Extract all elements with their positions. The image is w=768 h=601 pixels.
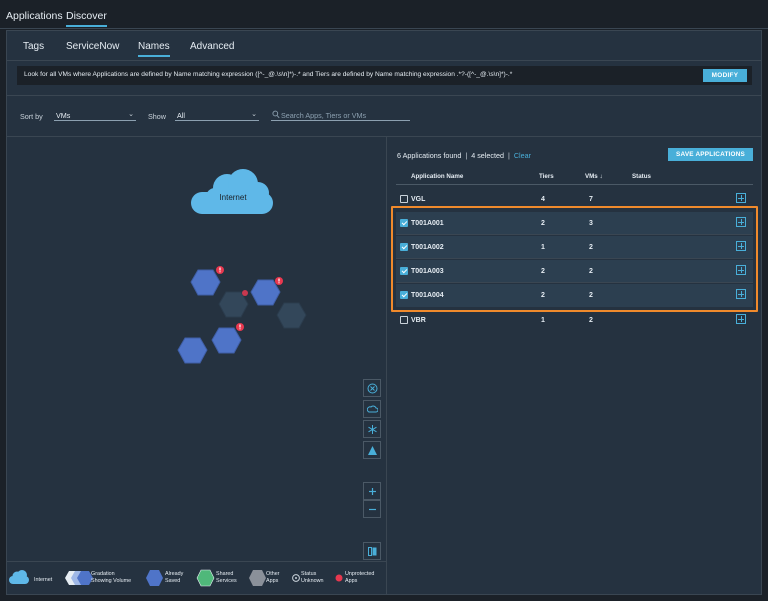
filter-unprotected-button[interactable]: [363, 379, 381, 397]
vms-count: 2: [589, 317, 593, 324]
row-checkbox[interactable]: [400, 316, 408, 324]
app-hex-4[interactable]: [276, 302, 307, 329]
save-applications-button[interactable]: SAVE APPLICATIONS: [668, 148, 753, 161]
tiers-count: 1: [541, 317, 545, 324]
topology-map[interactable]: [7, 137, 386, 561]
legend-toggle-button[interactable]: [363, 542, 381, 560]
top-navigation: Applications Discover: [0, 0, 768, 29]
app-hex-2[interactable]: [218, 291, 249, 318]
app-hex-5[interactable]: [211, 327, 242, 354]
legend-shared-services-label: Shared Services: [216, 571, 237, 584]
column-header-tiers[interactable]: Tiers: [539, 173, 554, 180]
search-input[interactable]: Search Apps, Tiers or VMs: [271, 110, 410, 121]
legend-icons: [9, 569, 343, 587]
legend-unprotected-label: Unprotected Apps: [345, 571, 375, 584]
column-header-vms[interactable]: VMs ↓: [585, 173, 603, 180]
legend-shared-services-icon: [196, 569, 215, 587]
chevron-down-icon: ⌄: [251, 111, 257, 118]
toggle-shared-services-button[interactable]: [363, 420, 381, 438]
legend-internet-label: Internet: [34, 577, 53, 583]
expand-plus-icon[interactable]: [736, 193, 746, 203]
application-name: VBR: [411, 317, 426, 324]
tab-servicenow[interactable]: ServiceNow: [66, 41, 119, 52]
internet-label: Internet: [219, 193, 247, 202]
modify-button[interactable]: MODIFY: [703, 69, 747, 82]
divider: [396, 184, 753, 185]
unprotected-alert-icon: [216, 266, 224, 274]
sort-by-value: VMs: [56, 111, 71, 120]
sort-by-label: Sort by: [20, 112, 43, 121]
results-summary: 6 Applications found | 4 selected | Clear: [397, 151, 532, 160]
unprotected-alert-icon: [242, 290, 248, 296]
show-select[interactable]: All ⌄: [175, 110, 259, 121]
app-hex-6[interactable]: [177, 337, 208, 364]
expression-bar: Look for all VMs where Applications are …: [17, 66, 752, 85]
sort-by-select[interactable]: VMs ⌄: [54, 110, 136, 121]
row-checkbox[interactable]: [400, 195, 408, 203]
toggle-internet-button[interactable]: [363, 400, 381, 418]
legend-status-unknown-label: Status Unknown: [301, 571, 324, 584]
table-row[interactable]: VBR 1 2: [396, 309, 753, 332]
column-header-status[interactable]: Status: [632, 173, 651, 180]
divider: [7, 95, 761, 96]
legend-unprotected-icon: [335, 574, 343, 582]
tab-applications[interactable]: Applications: [6, 10, 63, 22]
zoom-out-button[interactable]: [363, 500, 381, 518]
toggle-warnings-button[interactable]: [363, 441, 381, 459]
chevron-down-icon: ⌄: [128, 111, 134, 118]
internet-cloud-icon[interactable]: [191, 169, 273, 214]
app-hex-1[interactable]: [190, 269, 221, 296]
tab-discover[interactable]: Discover: [66, 10, 107, 27]
search-icon: [272, 110, 280, 121]
show-label: Show: [148, 112, 166, 121]
column-header-application-name[interactable]: Application Name: [411, 173, 463, 180]
legend-already-saved-icon: [146, 570, 163, 586]
unprotected-alert-icon: [275, 277, 283, 285]
tab-advanced[interactable]: Advanced: [190, 41, 234, 52]
expression-text: Look for all VMs where Applications are …: [24, 71, 513, 78]
search-placeholder: Search Apps, Tiers or VMs: [281, 111, 367, 120]
expand-plus-icon[interactable]: [736, 314, 746, 324]
selection-highlight-box: [391, 206, 758, 312]
legend-status-unknown-icon: [292, 574, 300, 582]
application-name: VGL: [411, 196, 426, 203]
tab-names[interactable]: Names: [138, 41, 170, 57]
legend-other-apps-label: Other Apps: [266, 571, 280, 584]
vms-count: 7: [589, 196, 593, 203]
legend-gradation-icon: [65, 571, 93, 585]
legend-gradation-label: Gradation Showing Volume: [91, 571, 132, 584]
legend-already-saved-label: Already Saved: [165, 571, 184, 584]
tiers-count: 4: [541, 196, 545, 203]
show-value: All: [177, 111, 185, 120]
selected-count: 4 selected: [471, 151, 504, 160]
app-hex-3[interactable]: [250, 279, 281, 306]
divider: [7, 561, 386, 562]
applications-found-count: 6 Applications found: [397, 151, 462, 160]
clear-link[interactable]: Clear: [514, 151, 531, 160]
legend-internet-icon: [9, 570, 29, 584]
tab-tags[interactable]: Tags: [23, 41, 44, 52]
divider: [386, 137, 387, 595]
legend-other-apps-icon: [249, 570, 266, 586]
unprotected-alert-icon: [236, 323, 244, 331]
divider: [7, 60, 761, 61]
zoom-in-button[interactable]: [363, 482, 381, 500]
